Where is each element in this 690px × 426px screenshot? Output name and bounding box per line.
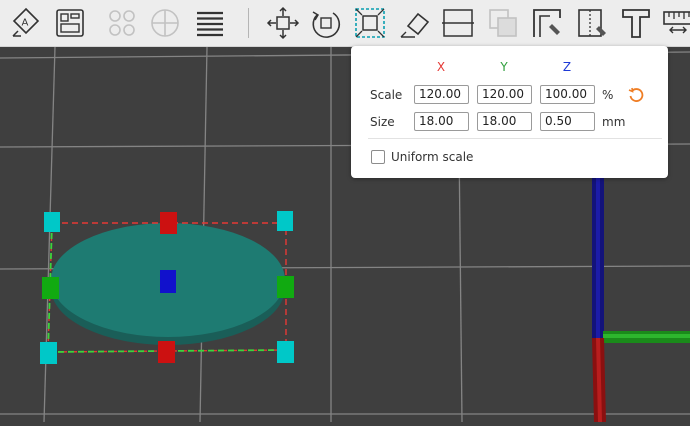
- support-paint-button[interactable]: [528, 3, 566, 43]
- panel-divider: [368, 138, 662, 139]
- split-objects-icon: [109, 10, 135, 36]
- place-on-face-button[interactable]: [396, 3, 434, 43]
- cut-icon: [442, 9, 474, 37]
- scale-y-input[interactable]: 120.00: [477, 85, 532, 104]
- seam-paint-button[interactable]: [573, 3, 611, 43]
- split-parts-icon: [151, 9, 179, 37]
- axis-header-x: X: [436, 60, 446, 74]
- toolbar-separator: [248, 8, 249, 38]
- text-button[interactable]: [617, 3, 655, 43]
- boolean-button[interactable]: [484, 3, 522, 43]
- handle-x-left[interactable]: [42, 277, 59, 299]
- measure-button[interactable]: [659, 3, 690, 43]
- handle-y-bottom[interactable]: [158, 341, 175, 363]
- reset-icon[interactable]: [628, 87, 644, 103]
- scale-icon: [355, 8, 385, 38]
- handle-corner-tr[interactable]: [277, 211, 293, 231]
- size-y-input[interactable]: 18.00: [477, 112, 532, 131]
- uniform-scale-checkbox[interactable]: [371, 150, 385, 164]
- measure-icon: [663, 11, 690, 34]
- boolean-icon: [489, 9, 517, 37]
- scale-button[interactable]: [351, 3, 389, 43]
- size-x-input[interactable]: 18.00: [414, 112, 469, 131]
- scale-z-input[interactable]: 100.00: [540, 85, 595, 104]
- text-icon: [622, 9, 650, 38]
- handle-corner-br[interactable]: [277, 341, 294, 363]
- axis-gizmo: [592, 175, 690, 422]
- scale-panel: X Y Z Scale 120.00 120.00 100.00 % Size …: [351, 46, 668, 178]
- seam-paint-icon: [578, 9, 606, 37]
- scale-unit: %: [602, 88, 614, 102]
- uniform-scale-label[interactable]: Uniform scale: [391, 150, 473, 164]
- auto-orient-button[interactable]: A: [7, 3, 45, 43]
- scale-x-input[interactable]: 120.00: [414, 85, 469, 104]
- svg-text:A: A: [22, 18, 29, 29]
- main-toolbar: A: [0, 0, 690, 47]
- auto-orient-icon: A: [12, 7, 40, 37]
- axis-header-y: Y: [500, 60, 508, 74]
- size-z-input[interactable]: 0.50: [540, 112, 595, 131]
- axis-header-z: Z: [562, 60, 572, 74]
- move-icon: [266, 6, 300, 40]
- arrange-button[interactable]: [51, 3, 89, 43]
- size-label: Size: [370, 115, 395, 129]
- layers-icon: [197, 11, 223, 37]
- place-on-face-icon: [400, 12, 430, 38]
- split-objects-button[interactable]: [103, 3, 141, 43]
- split-parts-button[interactable]: [146, 3, 184, 43]
- move-button[interactable]: [264, 3, 302, 43]
- rotate-button[interactable]: [307, 3, 345, 43]
- scale-label: Scale: [370, 88, 403, 102]
- support-paint-icon: [533, 9, 561, 37]
- handle-y-top[interactable]: [160, 212, 177, 234]
- rotate-icon: [312, 11, 341, 38]
- handle-corner-tl[interactable]: [44, 212, 60, 232]
- handle-x-right[interactable]: [277, 276, 294, 298]
- arrange-icon: [56, 9, 84, 37]
- handle-corner-bl[interactable]: [40, 342, 57, 364]
- handle-z-center[interactable]: [160, 270, 176, 293]
- layers-button[interactable]: [191, 3, 229, 43]
- cut-button[interactable]: [439, 3, 477, 43]
- size-unit: mm: [602, 115, 626, 129]
